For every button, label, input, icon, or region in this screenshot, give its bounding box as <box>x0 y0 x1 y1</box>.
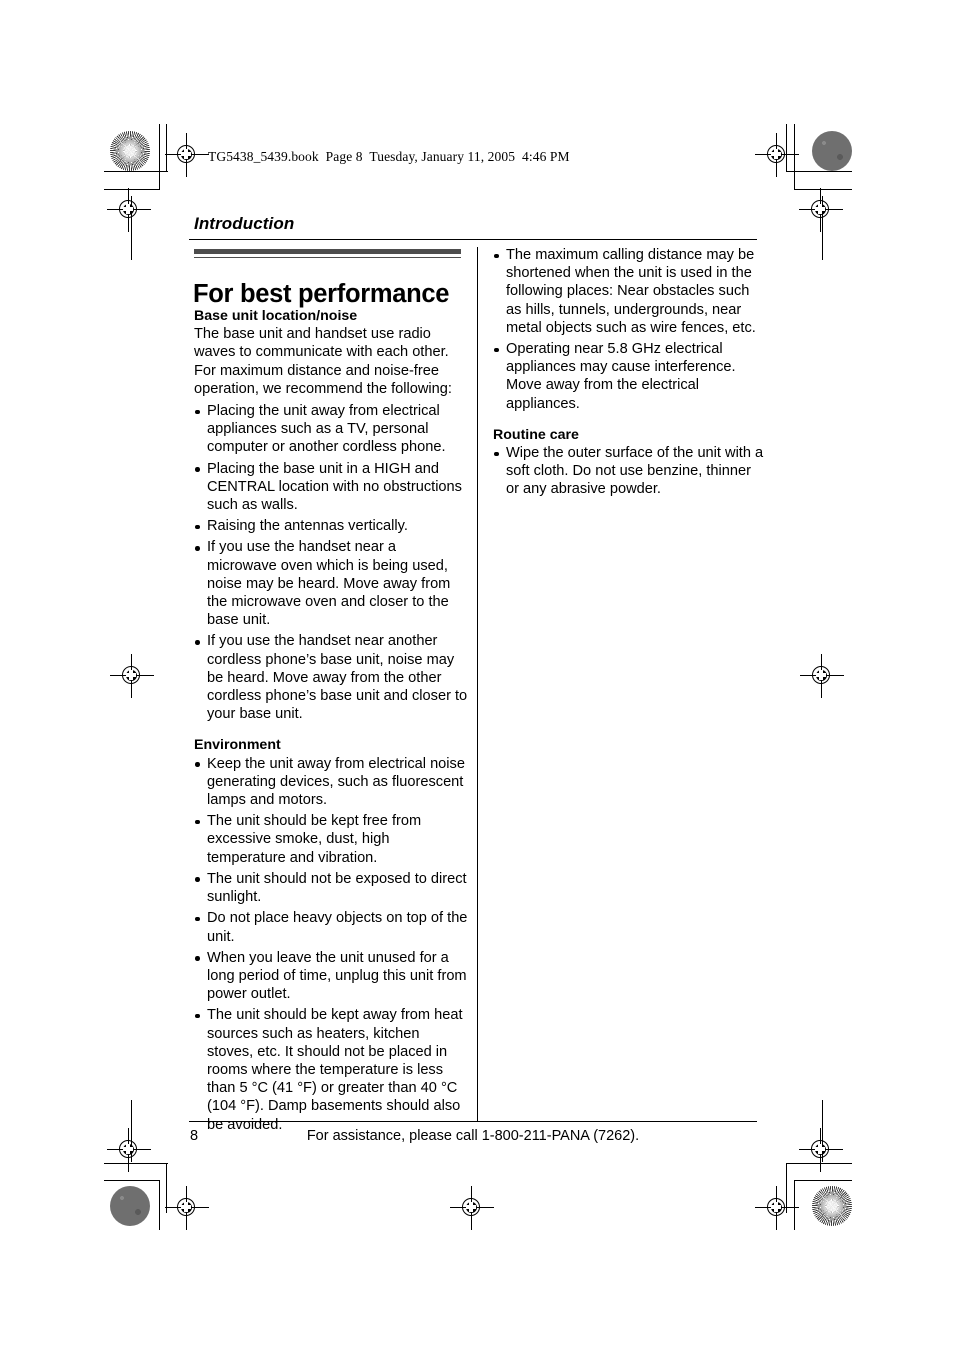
section-title-bar <box>194 249 461 254</box>
crop-line <box>104 1180 160 1182</box>
registration-mark <box>165 133 209 177</box>
crop-line <box>166 124 168 172</box>
registration-mark <box>799 188 843 232</box>
list-item: If you use the handset near a microwave … <box>194 538 468 629</box>
list-item: Keep the unit away from electrical noise… <box>194 755 468 810</box>
registration-mark <box>110 654 154 698</box>
list-item: Wipe the outer surface of the unit with … <box>493 444 767 499</box>
list-item: The unit should not be exposed to direct… <box>194 870 468 906</box>
list-item: Placing the base unit in a HIGH and CENT… <box>194 460 468 515</box>
list-item: Raising the antennas vertically. <box>194 517 468 535</box>
crop-line <box>794 124 796 190</box>
crop-line <box>794 1180 796 1230</box>
left-bullet-list-1: Placing the unit away from electrical ap… <box>194 402 468 723</box>
crop-line <box>159 1180 161 1230</box>
right-bullet-list-1: The maximum calling distance may be shor… <box>493 246 767 413</box>
crop-line <box>159 124 161 190</box>
halftone-dot <box>110 1186 150 1226</box>
list-item: Placing the unit away from electrical ap… <box>194 402 468 457</box>
registration-mark <box>755 1186 799 1230</box>
chapter-title: Introduction <box>194 214 295 233</box>
list-item: Operating near 5.8 GHz electrical applia… <box>493 340 767 413</box>
halftone-dot <box>812 1186 852 1226</box>
list-item: If you use the handset near another cord… <box>194 632 468 723</box>
registration-mark <box>107 1128 151 1172</box>
intro-paragraph: The base unit and handset use radio wave… <box>194 326 452 397</box>
halftone-dot <box>812 131 852 171</box>
crop-line <box>794 1180 852 1182</box>
right-column: The maximum calling distance may be shor… <box>493 246 767 499</box>
section-title-underbar <box>194 256 461 258</box>
list-item: The unit should be kept away from heat s… <box>194 1006 468 1133</box>
subhead-base-unit-location: Base unit location/noise <box>194 308 358 324</box>
list-item: When you leave the unit unused for a lon… <box>194 949 468 1004</box>
crop-line <box>131 196 133 260</box>
crop-line <box>786 1163 788 1213</box>
list-item: The unit should be kept free from excess… <box>194 812 468 867</box>
column-divider <box>477 247 479 1121</box>
registration-mark <box>800 654 844 698</box>
crop-line <box>794 189 852 191</box>
crop-line <box>166 1163 168 1213</box>
crop-line <box>104 1163 168 1165</box>
crop-line <box>131 1100 133 1162</box>
crop-line <box>104 171 168 173</box>
left-bullet-list-2: Keep the unit away from electrical noise… <box>194 755 468 1134</box>
footer-rule <box>189 1121 757 1123</box>
registration-mark <box>165 1186 209 1230</box>
crop-line <box>104 189 160 191</box>
left-column: Base unit location/noise The base unit a… <box>194 307 468 1134</box>
list-item: The maximum calling distance may be shor… <box>493 246 767 337</box>
crop-line <box>786 1163 852 1165</box>
subhead-environment: Environment <box>194 737 281 754</box>
registration-mark <box>799 1128 843 1172</box>
section-title: For best performance <box>193 280 450 309</box>
header-rule <box>189 239 757 241</box>
halftone-dot <box>110 131 150 171</box>
book-file-stamp: TG5438_5439.book Page 8 Tuesday, January… <box>208 149 570 164</box>
registration-mark <box>107 188 151 232</box>
registration-mark <box>755 133 799 177</box>
right-bullet-list-2: Wipe the outer surface of the unit with … <box>493 444 767 499</box>
footer-assistance-text: For assistance, please call 1-800-211-PA… <box>306 1128 640 1144</box>
list-item: Do not place heavy objects on top of the… <box>194 909 468 945</box>
crop-line <box>786 171 852 173</box>
crop-line <box>786 124 788 172</box>
crop-line <box>822 196 824 260</box>
subhead-routine-care: Routine care <box>493 426 579 443</box>
registration-mark <box>450 1186 494 1230</box>
page-canvas: TG5438_5439.book Page 8 Tuesday, January… <box>0 0 954 1351</box>
crop-line <box>822 1100 824 1162</box>
